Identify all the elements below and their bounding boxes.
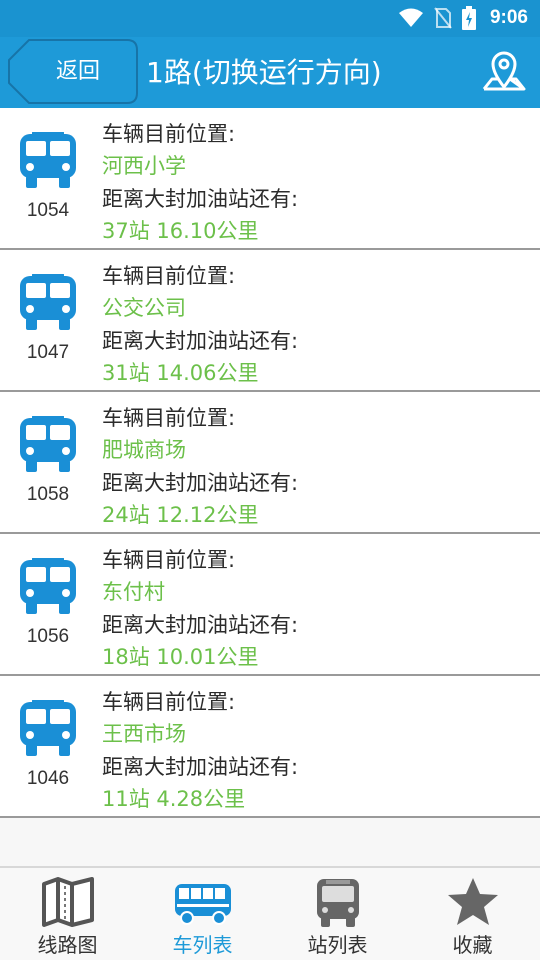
bus-number: 1046 <box>26 768 70 789</box>
distance-label: 距离大封加油站还有: <box>102 613 299 637</box>
distance-label: 距离大封加油站还有: <box>102 329 299 353</box>
bus-front-icon <box>20 558 76 614</box>
distance-label: 距离大封加油站还有: <box>102 755 299 779</box>
tab-label: 线路图 <box>37 933 98 957</box>
map-pin-button[interactable] <box>480 47 528 99</box>
bus-distance: 37站 16.10公里 <box>102 219 259 243</box>
bus-list-item[interactable]: 1054 车辆目前位置: 河西小学 距离大封加油站还有: 37站 16.10公里 <box>0 108 540 250</box>
bus-side-icon <box>174 884 231 925</box>
map-icon <box>41 877 94 927</box>
tab-bus-list[interactable]: 车列表 <box>135 868 270 960</box>
bus-number: 1047 <box>26 342 70 363</box>
bus-number: 1058 <box>26 484 70 505</box>
bus-list-item[interactable]: 1046 车辆目前位置: 王西市场 距离大封加油站还有: 11站 4.28公里 <box>0 676 540 818</box>
tab-label: 收藏 <box>452 933 493 957</box>
distance-label: 距离大封加油站还有: <box>102 471 299 495</box>
bus-location: 肥城商场 <box>102 438 186 462</box>
bus-location: 公交公司 <box>102 296 186 320</box>
tab-route-map[interactable]: 线路图 <box>0 868 135 960</box>
position-label: 车辆目前位置: <box>102 548 236 572</box>
map-pin-icon <box>482 51 526 91</box>
position-label: 车辆目前位置: <box>102 406 236 430</box>
bus-list-item[interactable]: 1047 车辆目前位置: 公交公司 距离大封加油站还有: 31站 14.06公里 <box>0 250 540 392</box>
bus-list: 1054 车辆目前位置: 河西小学 距离大封加油站还有: 37站 16.10公里… <box>0 108 540 818</box>
position-label: 车辆目前位置: <box>102 122 236 146</box>
bus-distance: 24站 12.12公里 <box>102 503 259 527</box>
position-label: 车辆目前位置: <box>102 690 236 714</box>
bus-number: 1054 <box>26 200 70 221</box>
status-bar: 9:06 <box>0 0 540 37</box>
no-sim-icon <box>434 7 452 29</box>
bus-number: 1056 <box>26 626 70 647</box>
wifi-icon <box>398 8 423 27</box>
bottom-tab-bar: 线路图 车列表 站列表 收藏 <box>0 866 540 960</box>
position-label: 车辆目前位置: <box>102 264 236 288</box>
star-icon <box>447 878 498 925</box>
bus-front-icon <box>20 416 76 472</box>
tab-label: 站列表 <box>307 933 368 957</box>
status-time: 9:06 <box>489 7 528 28</box>
bus-front-icon <box>20 700 76 756</box>
tab-favorites[interactable]: 收藏 <box>405 868 540 960</box>
bus-front-icon <box>316 879 359 927</box>
bus-location: 河西小学 <box>102 154 186 178</box>
bus-front-icon <box>20 274 76 330</box>
tab-station-list[interactable]: 站列表 <box>270 868 405 960</box>
battery-icon <box>461 6 476 30</box>
back-label: 返回 <box>55 59 100 84</box>
back-button[interactable]: 返回 <box>7 38 138 105</box>
bus-list-item[interactable]: 1056 车辆目前位置: 东付村 距离大封加油站还有: 18站 10.01公里 <box>0 534 540 676</box>
status-icons: 9:06 <box>398 6 528 30</box>
tab-label: 车列表 <box>172 933 233 957</box>
bus-location: 东付村 <box>102 580 165 604</box>
bus-distance: 31站 14.06公里 <box>102 361 259 385</box>
bus-distance: 18站 10.01公里 <box>102 645 259 669</box>
bus-front-icon <box>20 132 76 188</box>
bus-distance: 11站 4.28公里 <box>102 787 246 811</box>
bus-list-item[interactable]: 1058 车辆目前位置: 肥城商场 距离大封加油站还有: 24站 12.12公里 <box>0 392 540 534</box>
distance-label: 距离大封加油站还有: <box>102 187 299 211</box>
title-bar: 返回 1路(切换运行方向) <box>0 37 540 108</box>
bus-location: 王西市场 <box>102 722 186 746</box>
page-title[interactable]: 1路(切换运行方向) <box>146 37 382 108</box>
